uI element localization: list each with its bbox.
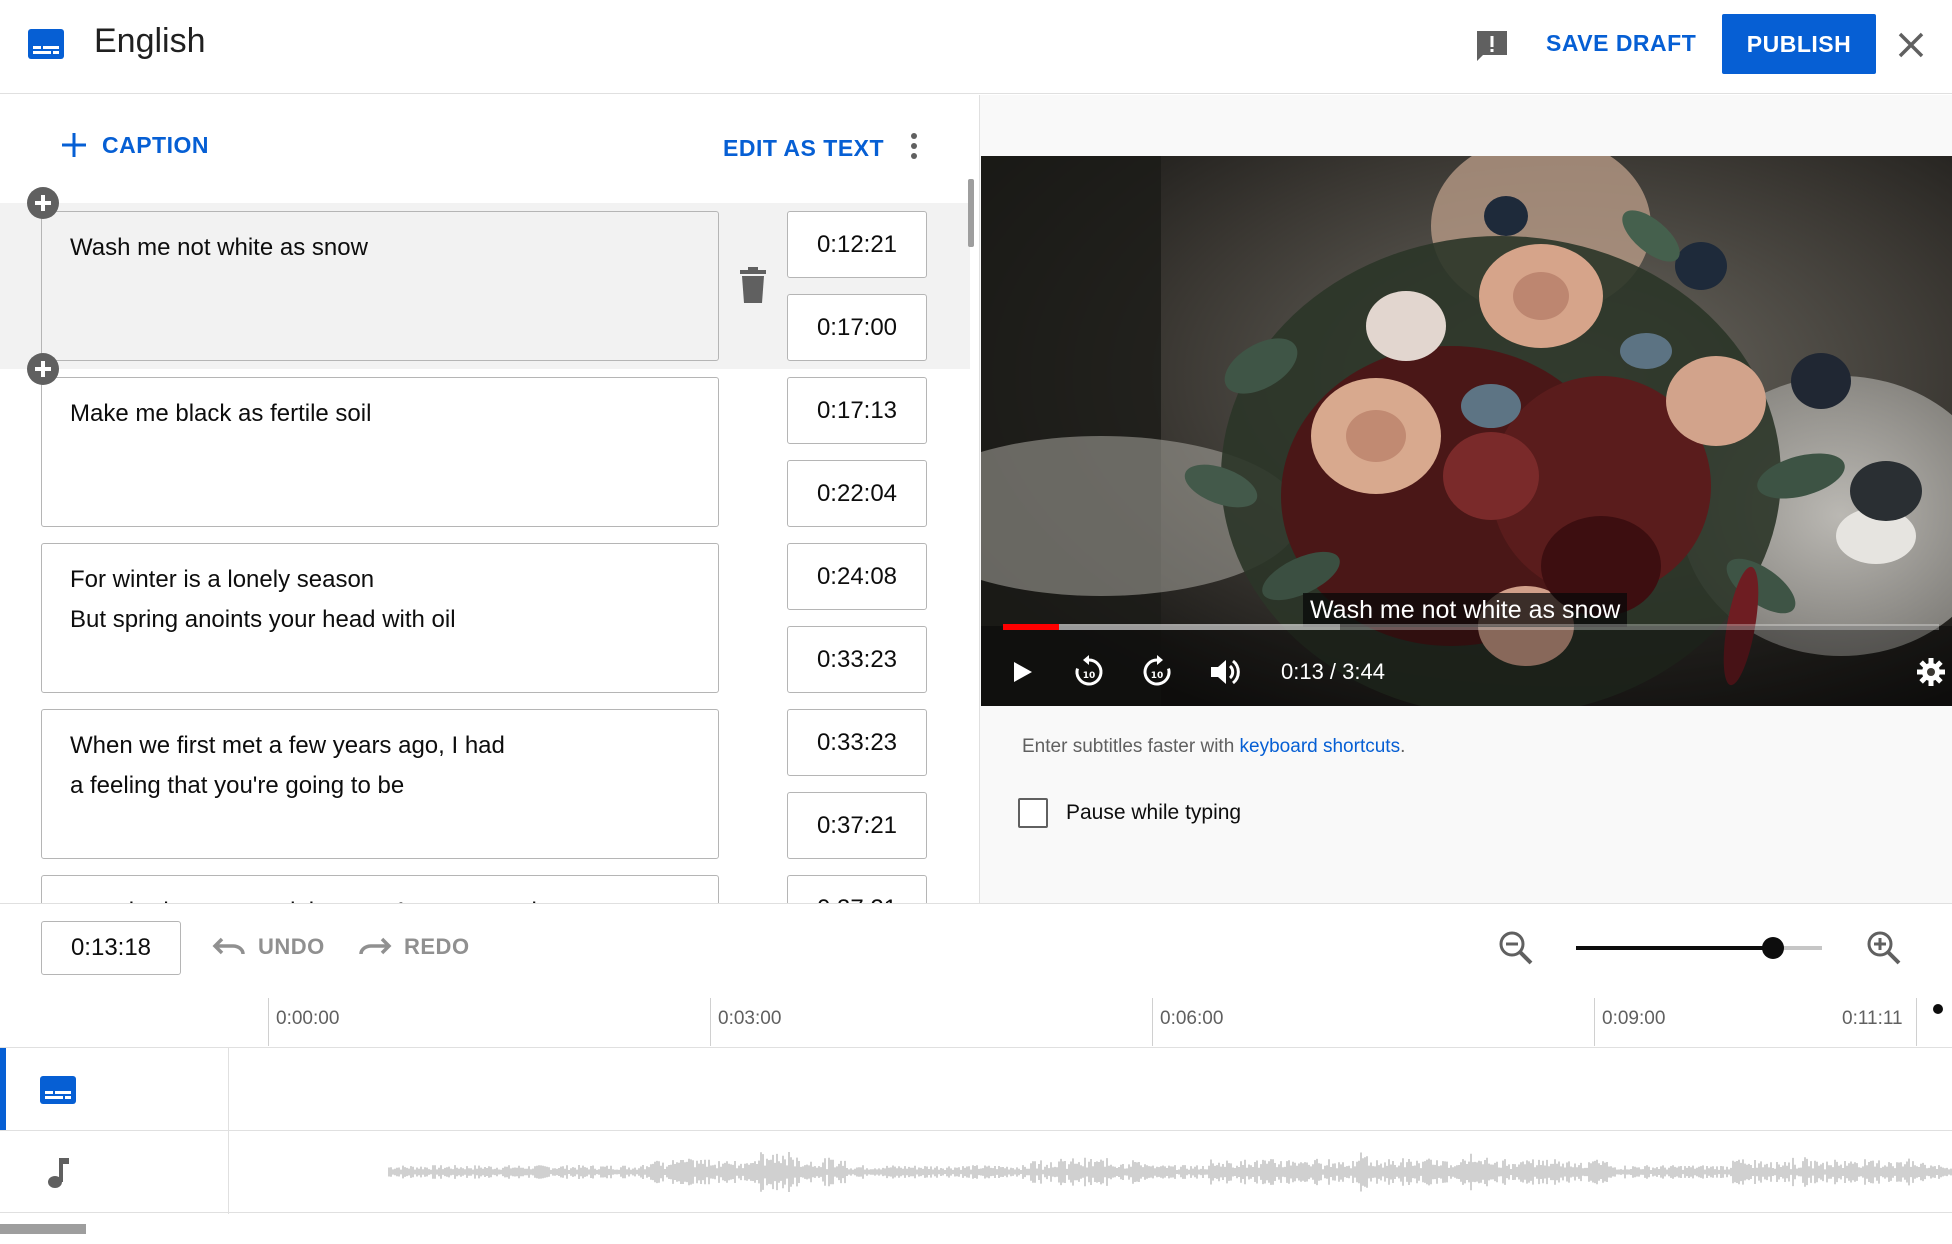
svg-text:10: 10 — [1083, 671, 1096, 681]
redo-label: REDO — [404, 934, 470, 959]
progress-played — [1003, 624, 1060, 630]
video-progress-bar[interactable] — [1003, 624, 1939, 630]
caption-row[interactable]: When we first met a few years ago, I had… — [0, 701, 970, 867]
zoom-slider[interactable] — [1576, 937, 1822, 959]
caption-end-time[interactable]: 0:33:23 — [787, 626, 927, 693]
caption-start-time[interactable]: 0:33:23 — [787, 709, 927, 776]
zoom-slider-fill — [1576, 946, 1773, 950]
undo-button[interactable]: UNDO — [212, 934, 325, 960]
caption-text-field[interactable]: When we first met a few years ago, I had… — [41, 709, 719, 859]
close-icon[interactable] — [1894, 28, 1928, 62]
settings-gear-icon[interactable] — [1915, 656, 1947, 688]
insert-caption-button[interactable] — [27, 187, 59, 219]
forward-10-icon[interactable]: 10 — [1137, 652, 1177, 692]
feedback-icon[interactable] — [1474, 28, 1510, 64]
pause-while-typing-label: Pause while typing — [1066, 801, 1242, 824]
audio-track[interactable] — [0, 1130, 1952, 1214]
svg-text:10: 10 — [1151, 671, 1164, 681]
caption-row[interactable]: Wash me not white as snow 0:12:21 0:17:0… — [0, 203, 970, 369]
caption-start-time[interactable]: 0:37:21 — [787, 875, 927, 903]
caption-end-time[interactable]: 0:37:21 — [787, 792, 927, 859]
playback-time: 0:13 / 3:44 — [1281, 659, 1385, 684]
waveform-path — [388, 1152, 1952, 1192]
caption-text-field[interactable]: Wash me not white as snow — [41, 211, 719, 361]
volume-icon[interactable] — [1205, 652, 1245, 692]
redo-button[interactable]: REDO — [358, 934, 470, 960]
active-track-indicator — [0, 1048, 6, 1131]
caption-list-scrollbar[interactable] — [968, 179, 974, 247]
subtitles-icon — [28, 29, 64, 59]
save-draft-button[interactable]: SAVE DRAFT — [1546, 30, 1696, 57]
shortcuts-hint: Enter subtitles faster with keyboard sho… — [1022, 736, 1405, 758]
editor-header: English SAVE DRAFT PUBLISH — [0, 0, 1952, 94]
audio-waveform — [388, 1152, 1952, 1192]
publish-button[interactable]: PUBLISH — [1722, 14, 1876, 74]
zoom-slider-knob[interactable] — [1761, 937, 1784, 959]
caption-row[interactable]: For winter is a lonely season But spring… — [0, 535, 970, 701]
caption-start-time[interactable]: 0:17:13 — [787, 377, 927, 444]
preview-panel: Wash me not white as snow 10 10 0:13 / 3… — [979, 95, 1952, 903]
caption-toolbar: CAPTION EDIT AS TEXT — [0, 95, 978, 203]
play-icon[interactable] — [1001, 652, 1041, 692]
caption-row[interactable]: somebody very special to me. As we got t… — [0, 867, 970, 903]
ruler-tick — [710, 998, 711, 1046]
caption-text-field[interactable]: Make me black as fertile soil — [41, 377, 719, 527]
music-note-icon — [48, 1158, 69, 1188]
edit-as-text-button[interactable]: EDIT AS TEXT — [723, 135, 884, 162]
keyboard-shortcuts-link[interactable]: keyboard shortcuts — [1240, 736, 1401, 757]
more-vert-icon[interactable] — [904, 131, 924, 161]
add-caption-button[interactable]: CAPTION — [60, 131, 209, 159]
undo-label: UNDO — [258, 934, 325, 959]
timeline-panel: 0:13:18 UNDO REDO 0:00:00 0:03:00 0:06:0… — [0, 903, 1952, 1244]
ruler-tick-label: 0:06:00 — [1160, 1008, 1224, 1029]
playhead-marker[interactable] — [1933, 1004, 1943, 1014]
delete-icon[interactable] — [738, 267, 768, 303]
caption-end-time[interactable]: 0:17:00 — [787, 294, 927, 361]
caption-editor: CAPTION EDIT AS TEXT Wash me not white a… — [0, 95, 978, 903]
subtitle-track[interactable] — [0, 1047, 1952, 1131]
caption-start-time[interactable]: 0:12:21 — [787, 211, 927, 278]
caption-row[interactable]: Make me black as fertile soil 0:17:13 0:… — [0, 369, 970, 535]
zoom-out-icon[interactable] — [1496, 928, 1536, 968]
add-caption-label: CAPTION — [102, 131, 209, 158]
insert-caption-button[interactable] — [27, 353, 59, 385]
pause-while-typing-checkbox[interactable] — [1018, 798, 1048, 828]
zoom-in-icon[interactable] — [1864, 928, 1904, 968]
rewind-10-icon[interactable]: 10 — [1069, 652, 1109, 692]
track-divider — [228, 1048, 229, 1131]
caption-text-field[interactable]: somebody very special to me. As we got t… — [41, 875, 719, 903]
redo-icon — [359, 937, 392, 955]
ruler-tick-label: 0:09:00 — [1602, 1008, 1666, 1029]
caption-end-time[interactable]: 0:22:04 — [787, 460, 927, 527]
subtitles-icon — [40, 1076, 76, 1104]
hint-text: Enter subtitles faster with — [1022, 736, 1240, 757]
video-player[interactable]: Wash me not white as snow 10 10 0:13 / 3… — [981, 156, 1952, 706]
ruler-tick — [1916, 998, 1917, 1046]
caption-start-time[interactable]: 0:24:08 — [787, 543, 927, 610]
timeline-ruler[interactable]: 0:00:00 0:03:00 0:06:00 0:09:00 0:11:11 — [228, 998, 1918, 1046]
ruler-tick-label: 0:11:11 — [1842, 1008, 1903, 1029]
undo-icon — [212, 937, 245, 955]
caption-text-field[interactable]: For winter is a lonely season But spring… — [41, 543, 719, 693]
plus-icon — [62, 133, 86, 157]
timeline-scrollbar[interactable] — [0, 1224, 86, 1234]
ruler-tick-label: 0:00:00 — [276, 1008, 340, 1029]
ruler-tick — [1594, 998, 1595, 1046]
subtitle-overlay: Wash me not white as snow — [1303, 593, 1628, 627]
page-title: English — [94, 22, 206, 60]
ruler-tick — [1152, 998, 1153, 1046]
current-time-field[interactable]: 0:13:18 — [41, 921, 181, 975]
ruler-tick — [268, 998, 269, 1046]
pause-while-typing-option[interactable]: Pause while typing — [1018, 798, 1241, 828]
ruler-tick-label: 0:03:00 — [718, 1008, 782, 1029]
hint-suffix: . — [1400, 736, 1406, 757]
